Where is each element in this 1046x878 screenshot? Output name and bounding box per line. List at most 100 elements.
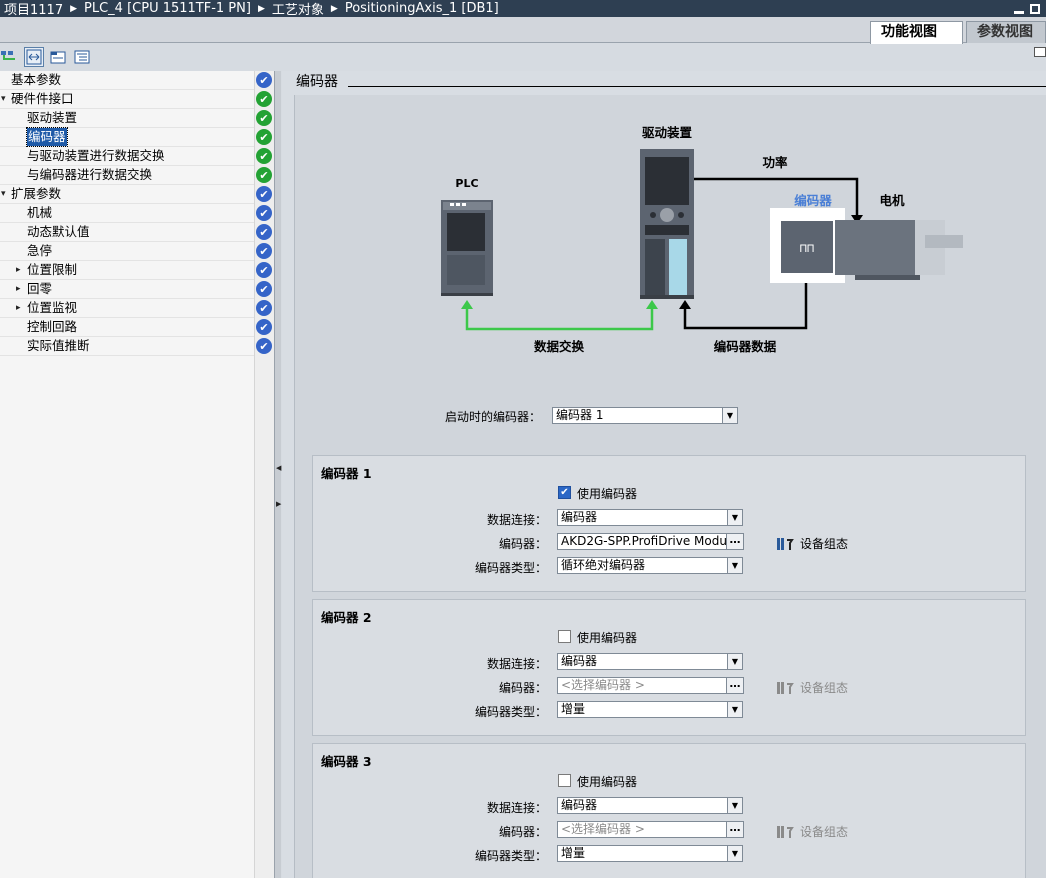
expand-right-icon[interactable]: ▶: [276, 499, 281, 509]
tree-item[interactable]: 与驱动装置进行数据交换: [0, 147, 254, 166]
data-connection-select[interactable]: 编码器 ▼: [557, 797, 743, 814]
tree-item[interactable]: ▸ 位置限制: [0, 261, 254, 280]
tree-item-label: 基本参数: [11, 72, 62, 87]
encoder-select-field[interactable]: <选择编码器 >: [557, 677, 727, 694]
tree-item[interactable]: 编码器: [0, 127, 254, 147]
tab-function-view[interactable]: 功能视图: [870, 21, 963, 44]
panel-toggle-icon[interactable]: [1034, 47, 1046, 57]
device-config-link[interactable]: 设备组态: [776, 679, 848, 696]
data-connection-label: 数据连接：: [486, 801, 547, 815]
collapse-left-icon[interactable]: ◀: [276, 463, 281, 473]
device-config-icon: [777, 681, 794, 694]
status-check-icon: ✔: [256, 224, 272, 240]
expanded-arrow-icon[interactable]: ▾: [1, 90, 6, 108]
use-encoder-checkbox[interactable]: [558, 774, 571, 787]
encoder-type-select[interactable]: 循环绝对编码器 ▼: [557, 557, 743, 574]
status-check-icon: ✔: [256, 167, 272, 183]
network-view-icon[interactable]: [0, 47, 20, 67]
status-check-icon: ✔: [256, 72, 272, 88]
folder-view-icon[interactable]: [48, 47, 68, 67]
tree-item-label: 编码器: [26, 127, 68, 147]
chevron-down-icon[interactable]: ▼: [727, 654, 742, 669]
tree-item-label: 位置监视: [27, 300, 78, 315]
data-exchange-label: 数据交换: [533, 339, 585, 354]
data-connection-label: 数据连接：: [486, 513, 547, 527]
encoder-group-title: 编码器 2: [321, 610, 372, 625]
data-connection-select[interactable]: 编码器 ▼: [557, 653, 743, 670]
chevron-down-icon[interactable]: ▼: [727, 798, 742, 813]
list-view-icon[interactable]: [72, 47, 92, 67]
breadcrumb-plc[interactable]: PLC_4 [CPU 1511TF-1 PN]: [80, 1, 255, 16]
device-config-label: 设备组态: [800, 681, 849, 695]
chevron-down-icon[interactable]: ▼: [722, 408, 737, 423]
chevron-down-icon[interactable]: ▼: [727, 510, 742, 525]
encoder-select-field[interactable]: AKD2G-SPP.ProfiDrive Module_: [557, 533, 727, 550]
tree-item[interactable]: ▾ 硬件件接口: [0, 90, 254, 109]
tree-item[interactable]: 急停: [0, 242, 254, 261]
expand-collapse-icon[interactable]: [24, 47, 44, 67]
title-bar: 项目1117 ▶ PLC_4 [CPU 1511TF-1 PN] ▶ 工艺对象 …: [0, 0, 1046, 17]
svg-text:⊓⊓: ⊓⊓: [800, 241, 814, 255]
status-check-icon: ✔: [256, 319, 272, 335]
breadcrumb-separator-icon: ▶: [330, 3, 338, 14]
tree-item[interactable]: ▾ 扩展参数: [0, 185, 254, 204]
use-encoder-label: 使用编码器: [577, 775, 638, 789]
encoder-topology-diagram: PLC 驱动装置 功率 ⊓⊓ 编码器 电机 编码器数据 数据交换: [441, 125, 963, 354]
tree-item-label: 硬件件接口: [11, 91, 74, 106]
restore-icon[interactable]: [1030, 3, 1040, 14]
data-connection-select[interactable]: 编码器 ▼: [557, 509, 743, 526]
data-connection-label: 数据连接：: [486, 657, 547, 671]
browse-button[interactable]: …: [726, 533, 744, 550]
breadcrumb-axis[interactable]: PositioningAxis_1 [DB1]: [341, 1, 503, 16]
expanded-arrow-icon[interactable]: ▾: [1, 185, 6, 203]
status-check-icon: ✔: [256, 243, 272, 259]
encoder-label: 编码器：: [498, 681, 547, 695]
collapsed-arrow-icon[interactable]: ▸: [16, 261, 21, 279]
navigation-tree: 基本参数 ▾ 硬件件接口 驱动装置 编码器 与驱动装置进行数据交换 与编码器进行数据交换 ▾ 扩…: [0, 71, 254, 878]
splitter-handle[interactable]: ◀ ▶: [274, 71, 281, 878]
browse-button[interactable]: …: [726, 677, 744, 694]
tree-item[interactable]: 实际值推断: [0, 337, 254, 356]
device-config-link[interactable]: 设备组态: [776, 823, 848, 840]
collapsed-arrow-icon[interactable]: ▸: [16, 280, 21, 298]
encoder-type-select[interactable]: 增量 ▼: [557, 701, 743, 718]
chevron-down-icon[interactable]: ▼: [727, 558, 742, 573]
tree-item[interactable]: 动态默认值: [0, 223, 254, 242]
section-title: 编码器: [296, 74, 338, 90]
status-check-icon: ✔: [256, 262, 272, 278]
tree-item[interactable]: 机械: [0, 204, 254, 223]
browse-button[interactable]: …: [726, 821, 744, 838]
config-canvas: PLC 驱动装置 功率 ⊓⊓ 编码器 电机 编码器数据 数据交换 启动时的编码器…: [294, 95, 1046, 878]
use-encoder-checkbox[interactable]: ✔: [558, 486, 571, 499]
status-column: ✔ ✔ ✔ ✔ ✔ ✔ ✔ ✔ ✔ ✔ ✔ ✔ ✔ ✔ ✔: [254, 71, 274, 878]
tree-item[interactable]: ▸ 回零: [0, 280, 254, 299]
tree-item-label: 实际值推断: [27, 338, 90, 353]
encoder-group-title: 编码器 3: [321, 754, 372, 769]
use-encoder-checkbox[interactable]: [558, 630, 571, 643]
tree-item[interactable]: 驱动装置: [0, 109, 254, 128]
encoder-value: <选择编码器 >: [561, 678, 645, 692]
device-config-link[interactable]: 设备组态: [776, 535, 848, 552]
tree-item[interactable]: 基本参数: [0, 71, 254, 90]
tree-item-label: 位置限制: [27, 262, 78, 277]
tab-parameter-view[interactable]: 参数视图: [966, 21, 1046, 43]
encoder-select-field[interactable]: <选择编码器 >: [557, 821, 727, 838]
minimize-icon[interactable]: [1014, 4, 1024, 14]
encoder-type-select[interactable]: 增量 ▼: [557, 845, 743, 862]
encoder-value: AKD2G-SPP.ProfiDrive Module_: [561, 534, 727, 548]
tree-item-label: 控制回路: [27, 319, 78, 334]
collapsed-arrow-icon[interactable]: ▸: [16, 299, 21, 317]
encoder-type-label: 编码器类型：: [474, 705, 547, 719]
breadcrumb-project[interactable]: 项目1117: [0, 0, 67, 17]
encoder-label: 编码器: [794, 193, 832, 208]
status-check-icon: ✔: [256, 110, 272, 126]
tree-item[interactable]: 与编码器进行数据交换: [0, 166, 254, 185]
chevron-down-icon[interactable]: ▼: [727, 846, 742, 861]
tree-item[interactable]: 控制回路: [0, 318, 254, 337]
breadcrumb-tech-objects[interactable]: 工艺对象: [268, 0, 328, 17]
tree-item[interactable]: ▸ 位置监视: [0, 299, 254, 318]
encoder-data-label: 编码器数据: [714, 339, 777, 354]
startup-encoder-select[interactable]: 编码器 1 ▼: [552, 407, 738, 424]
chevron-down-icon[interactable]: ▼: [727, 702, 742, 717]
tree-item-label: 扩展参数: [11, 186, 62, 201]
